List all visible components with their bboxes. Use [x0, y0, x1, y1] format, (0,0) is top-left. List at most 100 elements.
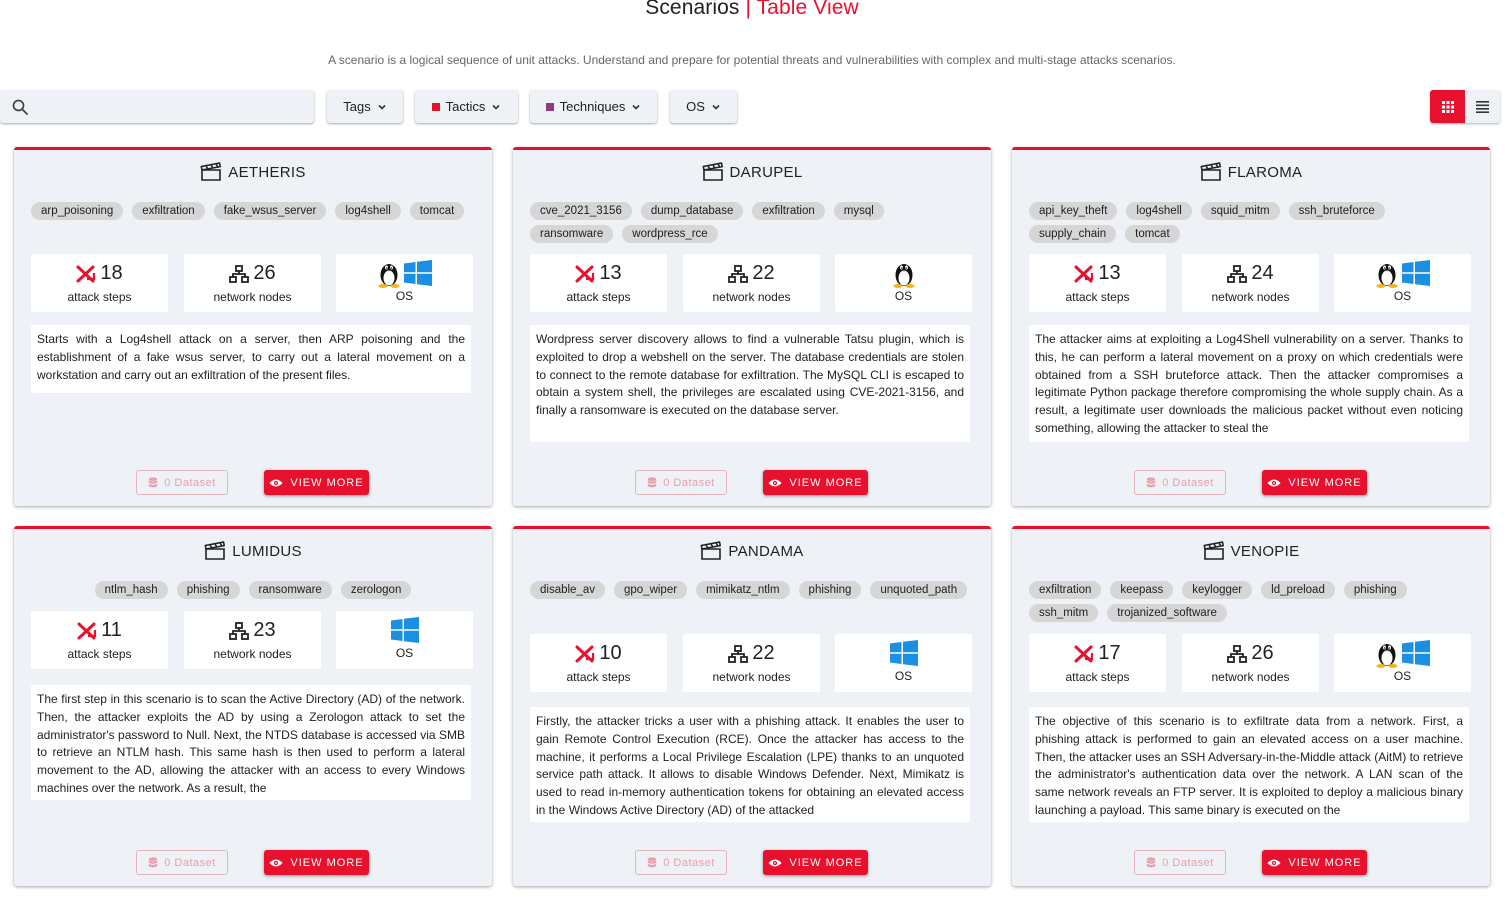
- tag[interactable]: zerologon: [340, 581, 412, 599]
- tag[interactable]: dump_database: [640, 202, 744, 220]
- tag[interactable]: keylogger: [1182, 581, 1253, 599]
- chevron-down-icon: [492, 104, 500, 110]
- clapperboard-icon: [200, 162, 222, 182]
- os-stat: OS: [835, 254, 972, 312]
- tag[interactable]: phishing: [1343, 581, 1407, 599]
- linux-icon: [892, 260, 916, 288]
- view-more-button[interactable]: VIEW MORE: [1262, 850, 1367, 875]
- tag[interactable]: api_key_theft: [1029, 202, 1118, 220]
- windows-icon: [1402, 260, 1430, 286]
- view-more-button[interactable]: VIEW MORE: [264, 850, 369, 875]
- tag[interactable]: exfiltration: [1029, 581, 1102, 599]
- tag[interactable]: exfiltration: [752, 202, 825, 220]
- windows-icon: [391, 617, 419, 643]
- network-icon: [728, 645, 748, 663]
- search-input[interactable]: [32, 99, 292, 114]
- tag[interactable]: log4shell: [335, 202, 401, 220]
- list-icon: [1476, 100, 1489, 113]
- tag[interactable]: ransomware: [530, 225, 614, 243]
- network-nodes-label: network nodes: [1211, 670, 1290, 684]
- view-more-button[interactable]: VIEW MORE: [763, 470, 868, 495]
- tag[interactable]: log4shell: [1126, 202, 1192, 220]
- tag[interactable]: squid_mitm: [1200, 202, 1280, 220]
- network-nodes-stat: 26 network nodes: [1182, 634, 1319, 692]
- tag[interactable]: tomcat: [1125, 225, 1180, 243]
- tag[interactable]: ld_preload: [1261, 581, 1335, 599]
- dataset-button[interactable]: 0 Dataset: [635, 470, 727, 495]
- card-title[interactable]: LUMIDUS: [14, 541, 492, 561]
- tag[interactable]: unquoted_path: [870, 581, 968, 599]
- card-title[interactable]: FLAROMA: [1012, 162, 1490, 182]
- clapperboard-icon: [702, 162, 724, 182]
- grid-view-button[interactable]: [1430, 90, 1465, 123]
- filter-tags[interactable]: Tags: [327, 90, 403, 123]
- tag[interactable]: wordpress_rce: [622, 225, 718, 243]
- database-icon: [647, 857, 657, 869]
- tag[interactable]: tomcat: [409, 202, 465, 220]
- scenario-card: FLAROMA api_key_theft log4shell squid_mi…: [1012, 147, 1490, 506]
- view-more-button[interactable]: VIEW MORE: [1262, 470, 1367, 495]
- scenario-name: FLAROMA: [1227, 163, 1303, 181]
- tag[interactable]: fake_wsus_server: [213, 202, 327, 220]
- tag[interactable]: phishing: [798, 581, 862, 599]
- linux-icon: [377, 260, 401, 288]
- dataset-button[interactable]: 0 Dataset: [635, 850, 727, 875]
- dataset-button[interactable]: 0 Dataset: [1134, 850, 1226, 875]
- tag[interactable]: supply_chain: [1029, 225, 1117, 243]
- scenario-description: Starts with a Log4shell attack on a serv…: [31, 325, 471, 393]
- tag[interactable]: cve_2021_3156: [530, 202, 632, 220]
- attack-steps-icon: [1074, 645, 1094, 663]
- search-icon: [12, 99, 28, 115]
- view-more-button[interactable]: VIEW MORE: [763, 850, 868, 875]
- tag[interactable]: exfiltration: [132, 202, 205, 220]
- chevron-down-icon: [378, 104, 386, 110]
- filter-tactics[interactable]: Tactics: [415, 90, 518, 123]
- scenario-card: VENOPIE exfiltration keepass keylogger l…: [1012, 526, 1490, 886]
- page-title-view: Table View: [756, 0, 859, 19]
- tag[interactable]: ssh_mitm: [1029, 604, 1099, 622]
- network-nodes-count: 22: [752, 642, 775, 664]
- grid-icon: [1441, 100, 1454, 113]
- card-title[interactable]: PANDAMA: [513, 541, 991, 561]
- network-nodes-label: network nodes: [213, 647, 292, 661]
- database-icon: [1146, 477, 1156, 489]
- tag[interactable]: ransomware: [248, 581, 332, 599]
- tag[interactable]: gpo_wiper: [613, 581, 688, 599]
- dataset-button[interactable]: 0 Dataset: [136, 850, 228, 875]
- network-nodes-label: network nodes: [1211, 290, 1290, 304]
- attack-steps-count: 10: [599, 642, 622, 664]
- tag[interactable]: ntlm_hash: [94, 581, 168, 599]
- eye-icon: [1267, 858, 1281, 868]
- dataset-label: 0 Dataset: [663, 856, 715, 869]
- tag[interactable]: ssh_bruteforce: [1288, 202, 1385, 220]
- dataset-button[interactable]: 0 Dataset: [1134, 470, 1226, 495]
- chevron-down-icon: [712, 104, 720, 110]
- filter-techniques[interactable]: Techniques: [530, 90, 657, 123]
- tag[interactable]: mysql: [833, 202, 884, 220]
- card-title[interactable]: VENOPIE: [1012, 541, 1490, 561]
- view-more-button[interactable]: VIEW MORE: [264, 470, 369, 495]
- scenario-card: LUMIDUS ntlm_hash phishing ransomware ze…: [14, 526, 492, 886]
- attack-steps-label: attack steps: [566, 290, 631, 304]
- tag[interactable]: keepass: [1110, 581, 1174, 599]
- scenario-name: LUMIDUS: [232, 542, 302, 560]
- network-icon: [1227, 265, 1247, 283]
- os-stat: OS: [1334, 634, 1471, 692]
- os-label: OS: [1393, 289, 1412, 303]
- tag[interactable]: arp_poisoning: [31, 202, 124, 220]
- eye-icon: [1267, 478, 1281, 488]
- tag[interactable]: disable_av: [530, 581, 605, 599]
- tag[interactable]: mimikatz_ntlm: [696, 581, 790, 599]
- tag[interactable]: phishing: [176, 581, 240, 599]
- search-box[interactable]: [0, 90, 314, 123]
- tag[interactable]: trojanized_software: [1107, 604, 1227, 622]
- card-title[interactable]: DARUPEL: [513, 162, 991, 182]
- card-title[interactable]: AETHERIS: [14, 162, 492, 182]
- attack-steps-stat: 13 attack steps: [1029, 254, 1166, 312]
- clapperboard-icon: [700, 541, 722, 561]
- filter-os[interactable]: OS: [670, 90, 737, 123]
- dataset-button[interactable]: 0 Dataset: [136, 470, 228, 495]
- list-view-button[interactable]: [1465, 90, 1500, 123]
- network-nodes-stat: 24 network nodes: [1182, 254, 1319, 312]
- attack-steps-label: attack steps: [67, 290, 132, 304]
